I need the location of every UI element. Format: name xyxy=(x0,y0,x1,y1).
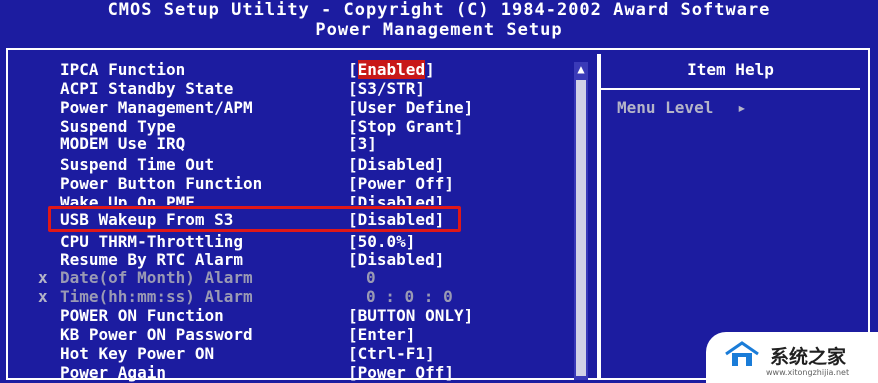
menu-level-label: Menu Level xyxy=(617,98,714,117)
setting-label: Power Again xyxy=(60,363,166,382)
setting-label: Power Button Function xyxy=(60,174,263,193)
setting-row-power-on-function[interactable]: POWER ON Function [BUTTON ONLY] xyxy=(38,306,473,325)
setting-label: CPU THRM-Throttling xyxy=(60,232,244,251)
setting-row-modem-irq[interactable]: MODEM Use IRQ [3] xyxy=(38,134,377,153)
setting-row-power-management[interactable]: Power Management/APM [User Define] xyxy=(38,98,473,117)
selected-value: Enabled xyxy=(357,60,426,79)
setting-label: MODEM Use IRQ xyxy=(60,134,186,153)
help-separator xyxy=(601,88,860,90)
header-subtitle: Power Management Setup xyxy=(315,20,563,40)
setting-value: 0 : 0 : 0 xyxy=(366,287,453,306)
watermark-subtext: www.xitongzhijia.net xyxy=(766,368,850,377)
setting-value[interactable]: [Enter] xyxy=(348,325,415,344)
bios-header: CMOS Setup Utility - Copyright (C) 1984-… xyxy=(0,0,878,46)
setting-value[interactable]: [Disabled] xyxy=(348,193,444,205)
setting-row-acpi-standby[interactable]: ACPI Standby State [S3/STR] xyxy=(38,79,425,98)
setting-value[interactable]: [3] xyxy=(348,134,377,153)
item-help-title: Item Help xyxy=(687,60,774,79)
panel-divider xyxy=(597,54,601,380)
setting-value[interactable]: [S3/STR] xyxy=(348,79,425,98)
setting-value[interactable]: [Power Off] xyxy=(348,174,454,193)
menu-level-arrow-icon: ▸ xyxy=(736,98,747,117)
scroll-up-arrow-icon[interactable]: ▲ xyxy=(574,62,588,76)
annotation-highlight-box xyxy=(48,206,461,232)
setting-label: IPCA Function xyxy=(60,60,186,79)
setting-value[interactable]: [Ctrl-F1] xyxy=(348,344,435,363)
setting-row-date-alarm: x Date(of Month) Alarm 0 xyxy=(38,268,376,287)
setting-row-hot-key[interactable]: Hot Key Power ON [Ctrl-F1] xyxy=(38,344,435,363)
setting-value[interactable]: [Disabled] xyxy=(348,250,444,269)
setting-label: Resume By RTC Alarm xyxy=(60,250,244,269)
setting-row-suspend-timeout[interactable]: Suspend Time Out [Disabled] xyxy=(38,155,444,174)
setting-label: Date(of Month) Alarm xyxy=(60,268,253,287)
row-mark: x xyxy=(38,287,48,306)
setting-label: KB Power ON Password xyxy=(60,325,253,344)
setting-label: Suspend Time Out xyxy=(60,155,215,174)
setting-label: POWER ON Function xyxy=(60,306,224,325)
watermark-text: 系统之家 xyxy=(770,346,847,368)
setting-row-kb-password[interactable]: KB Power ON Password [Enter] xyxy=(38,325,415,344)
setting-row-wake-on-pme[interactable]: Wake Up On PME [Disabled] xyxy=(38,193,444,205)
setting-value[interactable]: [User Define] xyxy=(348,98,473,117)
header-title: CMOS Setup Utility - Copyright (C) 1984-… xyxy=(107,0,771,20)
watermark: 系统之家 www.xitongzhijia.net xyxy=(706,332,878,383)
setting-label: Wake Up On PME xyxy=(60,193,195,205)
setting-label: Time(hh:mm:ss) Alarm xyxy=(60,287,253,306)
setting-label: Power Management/APM xyxy=(60,98,253,117)
setting-row-power-button[interactable]: Power Button Function [Power Off] xyxy=(38,174,454,193)
setting-row-ipca-function[interactable]: IPCA Function [Enabled] xyxy=(38,60,435,79)
setting-value[interactable]: [50.0%] xyxy=(348,232,415,251)
setting-value[interactable]: [Disabled] xyxy=(348,155,444,174)
setting-label: Hot Key Power ON xyxy=(60,344,215,363)
setting-label: ACPI Standby State xyxy=(60,79,234,98)
scroll-thumb[interactable] xyxy=(576,80,586,376)
house-logo-icon xyxy=(725,341,759,366)
menu-level: Menu Level ▸ xyxy=(617,98,747,117)
setting-value: 0 xyxy=(366,268,376,287)
setting-value[interactable]: [BUTTON ONLY] xyxy=(348,306,473,325)
setting-row-time-alarm: x Time(hh:mm:ss) Alarm 0 : 0 : 0 xyxy=(38,287,453,306)
setting-row-power-again[interactable]: Power Again [Power Off] xyxy=(38,363,454,382)
row-mark: x xyxy=(38,268,48,287)
setting-value[interactable]: [Enabled] xyxy=(348,60,435,79)
setting-row-resume-rtc[interactable]: Resume By RTC Alarm [Disabled] xyxy=(38,250,444,269)
setting-row-cpu-throttling[interactable]: CPU THRM-Throttling [50.0%] xyxy=(38,232,415,251)
setting-value[interactable]: [Power Off] xyxy=(348,363,454,382)
